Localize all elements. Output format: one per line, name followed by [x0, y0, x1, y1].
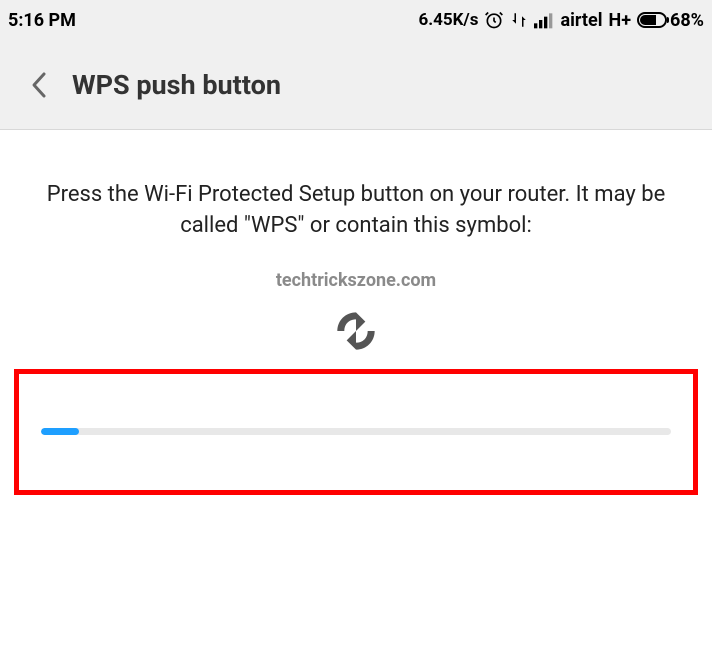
chevron-left-icon	[30, 70, 50, 100]
progress-highlight-box	[14, 369, 698, 495]
status-left: 5:16 PM	[8, 10, 76, 31]
battery-indicator: 68%	[637, 10, 704, 31]
network-speed: 6.45K/s	[418, 10, 478, 30]
status-right: 6.45K/s airtel H+	[418, 10, 704, 31]
wps-refresh-icon	[328, 303, 384, 359]
progress-bar	[41, 428, 671, 435]
status-time: 5:16 PM	[8, 10, 76, 31]
progress-fill	[41, 428, 79, 435]
instruction-text: Press the Wi-Fi Protected Setup button o…	[40, 180, 672, 242]
battery-icon	[637, 12, 667, 28]
alarm-icon	[484, 10, 504, 30]
status-bar: 5:16 PM 6.45K/s airtel H+	[0, 0, 712, 40]
page-title: WPS push button	[72, 69, 281, 101]
watermark-text: techtrickszone.com	[40, 270, 672, 291]
main-content: Press the Wi-Fi Protected Setup button o…	[0, 130, 712, 359]
network-type: H+	[609, 10, 632, 31]
signal-icon	[534, 11, 554, 29]
carrier-name: airtel	[560, 10, 602, 31]
data-transfer-icon	[510, 11, 528, 29]
battery-fill	[640, 15, 656, 25]
app-header: WPS push button	[0, 40, 712, 130]
back-button[interactable]	[20, 65, 60, 105]
battery-percentage: 68%	[670, 10, 704, 31]
